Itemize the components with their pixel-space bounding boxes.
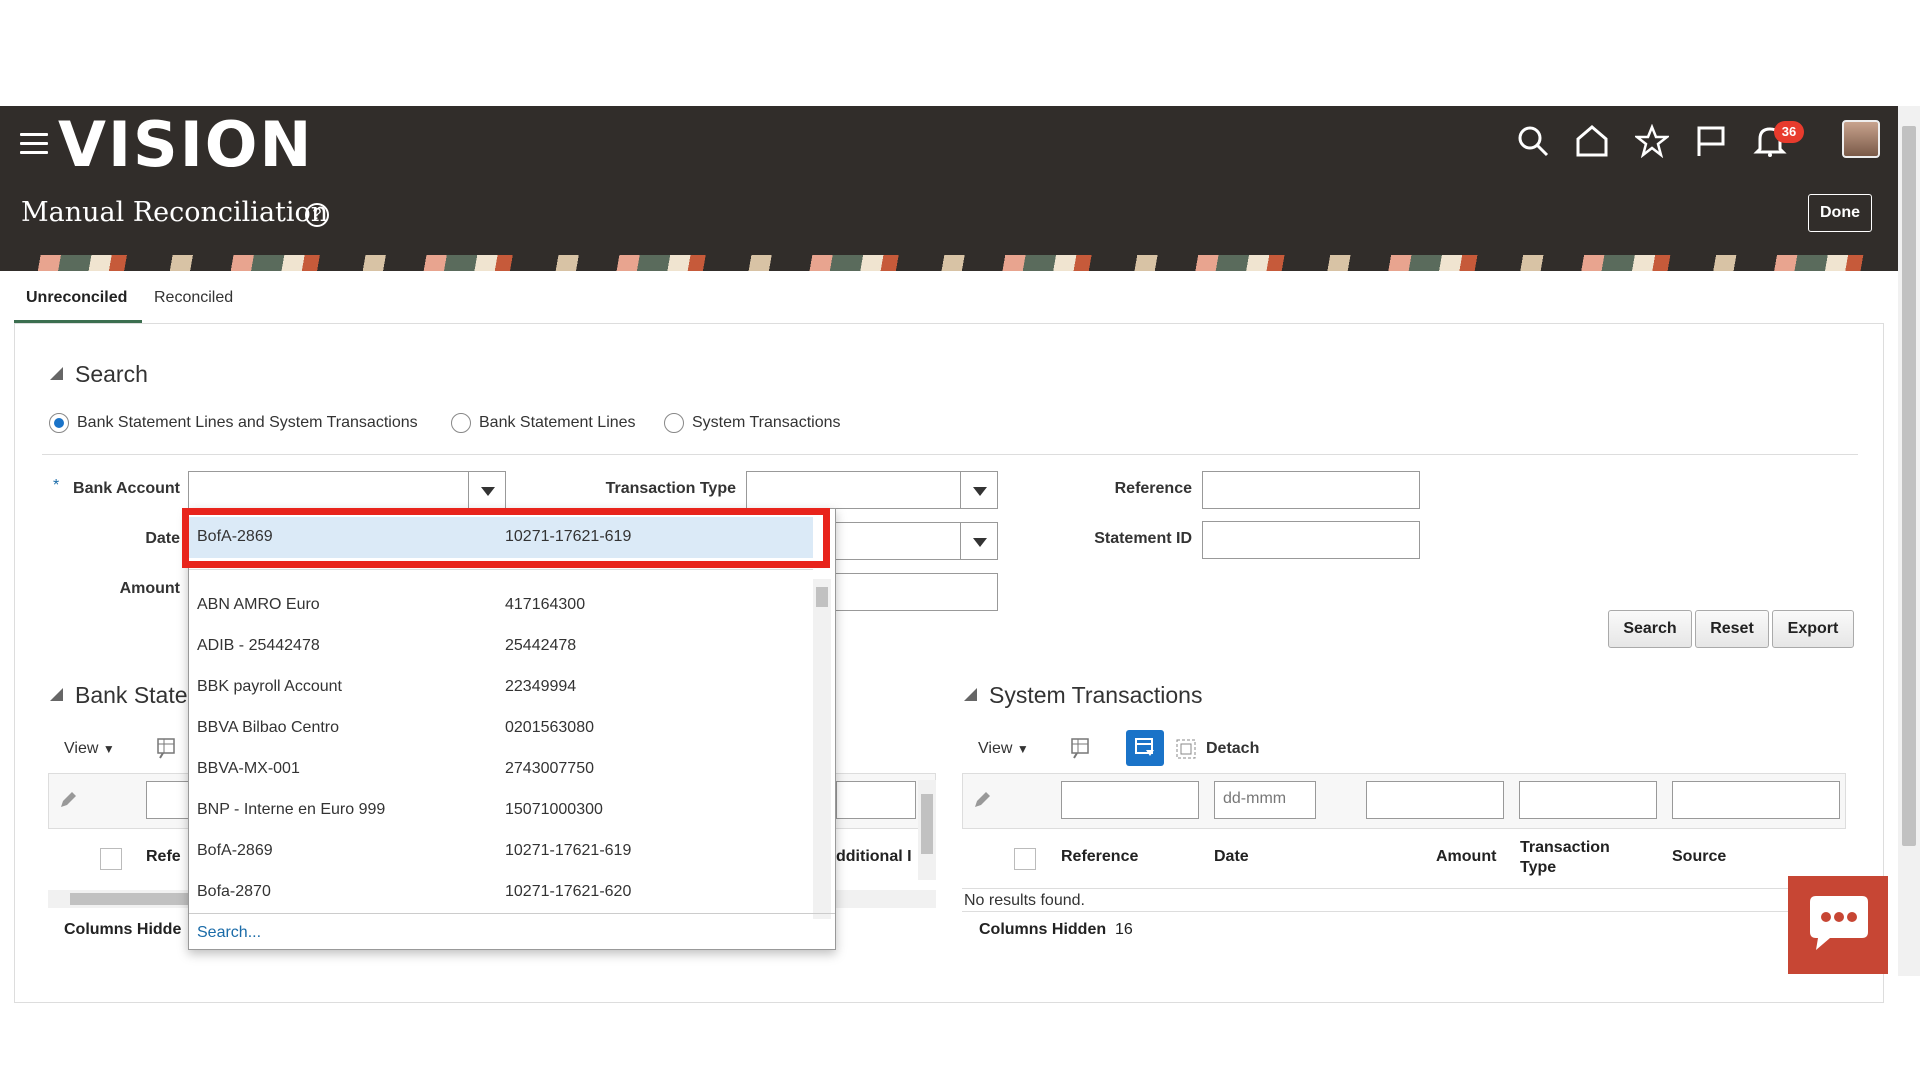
collapse-icon[interactable] bbox=[964, 688, 977, 701]
bank-select-all-checkbox[interactable] bbox=[100, 848, 122, 870]
bank-col-reference[interactable]: Refe bbox=[146, 848, 181, 866]
search-section-header[interactable]: Search bbox=[50, 361, 148, 388]
system-col-date[interactable]: Date bbox=[1214, 848, 1249, 866]
system-col-source[interactable]: Source bbox=[1672, 848, 1726, 866]
decorative-banner bbox=[0, 255, 1898, 271]
page-title: Manual Reconciliation bbox=[21, 197, 329, 228]
system-type-filter[interactable] bbox=[1519, 781, 1657, 819]
divider bbox=[962, 911, 1846, 912]
bank-columns-hidden: Columns Hidde bbox=[64, 921, 182, 938]
transaction-type-label: Transaction Type bbox=[605, 480, 736, 497]
home-icon[interactable] bbox=[1575, 124, 1609, 158]
date-dropdown-button[interactable] bbox=[960, 522, 998, 560]
bank-statement-title: Bank Stater bbox=[75, 682, 196, 708]
bank-account-dropdown-list: BofA-2869 10271-17621-619 ABN AMRO Euro 4… bbox=[188, 508, 836, 950]
transaction-type-input[interactable] bbox=[746, 471, 962, 509]
dropdown-scrollbar[interactable] bbox=[813, 579, 831, 919]
amount-label: Amount bbox=[119, 580, 180, 597]
bank-table-vscroll[interactable] bbox=[918, 780, 936, 880]
system-col-reference[interactable]: Reference bbox=[1061, 848, 1138, 866]
menu-icon[interactable] bbox=[20, 133, 48, 155]
system-columns-hidden: Columns Hidden 16 bbox=[979, 921, 1133, 938]
dropdown-option[interactable]: Bofa-2870 10271-17621-620 bbox=[189, 872, 813, 913]
bank-additional-filter[interactable] bbox=[836, 781, 916, 819]
tab-unreconciled[interactable]: Unreconciled bbox=[26, 289, 127, 307]
dropdown-option[interactable]: ABN AMRO Euro 417164300 bbox=[189, 585, 813, 626]
reference-label: Reference bbox=[1114, 480, 1192, 497]
bank-statement-section-header[interactable]: Bank Stater bbox=[50, 682, 195, 709]
system-col-amount[interactable]: Amount bbox=[1436, 848, 1496, 866]
chat-icon bbox=[1810, 896, 1868, 950]
divider bbox=[962, 888, 1846, 889]
query-by-example-icon[interactable] bbox=[1126, 730, 1164, 766]
system-reference-filter[interactable] bbox=[1061, 781, 1199, 819]
system-amount-filter[interactable] bbox=[1366, 781, 1504, 819]
system-date-filter[interactable]: dd-mmm bbox=[1214, 781, 1316, 819]
flag-icon[interactable] bbox=[1694, 124, 1728, 158]
pencil-icon bbox=[975, 792, 990, 807]
system-select-all-checkbox[interactable] bbox=[1014, 848, 1036, 870]
radio-bank-lines[interactable]: Bank Statement Lines bbox=[451, 413, 636, 433]
dropdown-option[interactable]: BofA-2869 10271-17621-619 bbox=[189, 831, 813, 872]
done-button[interactable]: Done bbox=[1808, 194, 1872, 232]
bank-account-input[interactable] bbox=[188, 471, 470, 509]
no-results-text: No results found. bbox=[964, 892, 1085, 909]
radio-selected-icon[interactable] bbox=[49, 413, 69, 433]
bank-account-dropdown-button[interactable] bbox=[468, 471, 506, 509]
help-icon[interactable]: ? bbox=[305, 203, 329, 227]
search-button[interactable]: Search bbox=[1608, 610, 1692, 648]
search-icon[interactable] bbox=[1516, 124, 1550, 158]
export-button[interactable]: Export bbox=[1772, 610, 1854, 648]
reference-input[interactable] bbox=[1202, 471, 1420, 509]
view-menu[interactable]: View ▼ bbox=[64, 740, 115, 758]
divider bbox=[189, 569, 813, 570]
required-mark: * bbox=[53, 477, 60, 494]
bank-reference-filter[interactable] bbox=[146, 781, 190, 819]
detach-label[interactable]: Detach bbox=[1206, 740, 1259, 758]
dropdown-option[interactable]: BNP - Interne en Euro 999 15071000300 bbox=[189, 790, 813, 831]
bank-account-label: Bank Account bbox=[73, 480, 180, 497]
radio-label: Bank Statement Lines bbox=[479, 414, 636, 432]
system-transactions-title: System Transactions bbox=[989, 682, 1203, 708]
pencil-icon bbox=[61, 792, 76, 807]
system-col-transaction-type[interactable]: Transaction Type bbox=[1520, 838, 1640, 878]
search-title: Search bbox=[75, 361, 148, 387]
transaction-type-dropdown-button[interactable] bbox=[960, 471, 998, 509]
freeze-columns-icon[interactable] bbox=[1068, 736, 1092, 760]
star-icon[interactable] bbox=[1635, 124, 1669, 158]
highlight-box bbox=[182, 508, 830, 568]
date-label: Date bbox=[145, 530, 180, 547]
bank-col-additional[interactable]: dditional I bbox=[836, 848, 912, 866]
dropdown-option[interactable]: BBK payroll Account 22349994 bbox=[189, 667, 813, 708]
tab-reconciled[interactable]: Reconciled bbox=[154, 289, 233, 307]
dropdown-option[interactable]: ADIB - 25442478 25442478 bbox=[189, 626, 813, 667]
statement-id-label: Statement ID bbox=[1094, 530, 1192, 547]
detach-icon[interactable] bbox=[1175, 738, 1197, 760]
reset-button[interactable]: Reset bbox=[1695, 610, 1769, 648]
divider bbox=[42, 454, 1858, 455]
system-source-filter[interactable] bbox=[1672, 781, 1840, 819]
user-avatar[interactable] bbox=[1842, 120, 1880, 158]
dropdown-search-link[interactable]: Search... bbox=[189, 913, 835, 949]
radio-both[interactable]: Bank Statement Lines and System Transact… bbox=[49, 413, 418, 433]
notification-badge: 36 bbox=[1774, 121, 1804, 143]
chat-button[interactable] bbox=[1788, 876, 1888, 974]
radio-label: Bank Statement Lines and System Transact… bbox=[77, 414, 418, 432]
radio-system-transactions[interactable]: System Transactions bbox=[664, 413, 841, 433]
page-scrollbar[interactable] bbox=[1898, 106, 1920, 976]
app-logo: VISION bbox=[58, 108, 314, 181]
collapse-icon[interactable] bbox=[50, 367, 63, 380]
radio-label: System Transactions bbox=[692, 414, 841, 432]
radio-icon[interactable] bbox=[664, 413, 684, 433]
system-view-menu[interactable]: View ▼ bbox=[978, 740, 1029, 758]
collapse-icon[interactable] bbox=[50, 688, 63, 701]
dropdown-option[interactable]: BBVA Bilbao Centro 0201563080 bbox=[189, 708, 813, 749]
radio-icon[interactable] bbox=[451, 413, 471, 433]
statement-id-input[interactable] bbox=[1202, 521, 1420, 559]
freeze-columns-icon[interactable] bbox=[154, 736, 178, 760]
dropdown-option[interactable]: BBVA-MX-001 2743007750 bbox=[189, 749, 813, 790]
system-transactions-section-header[interactable]: System Transactions bbox=[964, 682, 1202, 709]
